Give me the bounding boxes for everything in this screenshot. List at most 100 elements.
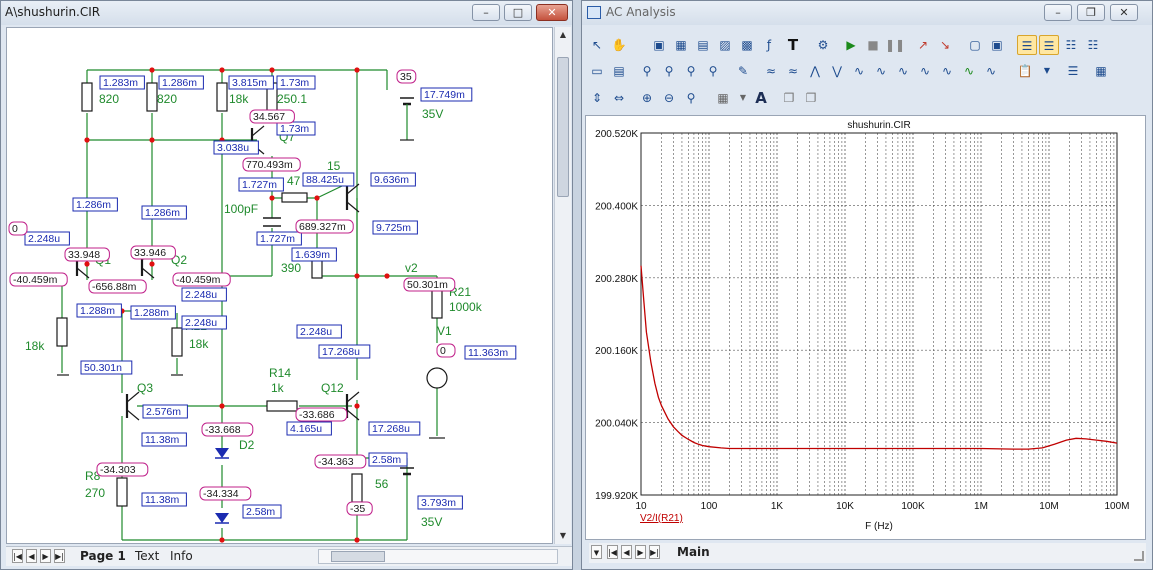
cursor-right-icon[interactable]: ▤ xyxy=(609,61,629,81)
grid-layout-2-icon[interactable]: ☰ xyxy=(1039,35,1059,55)
ac-plot-area[interactable]: shushurin.CIR 200.520K 200.400K 200.280K 200… xyxy=(585,115,1146,540)
junction-dot xyxy=(84,137,90,143)
copy-icon[interactable]: ❐ xyxy=(779,88,799,108)
formula-icon[interactable]: ƒ xyxy=(759,35,779,55)
tab-text[interactable]: Text xyxy=(131,548,163,565)
schematic-titlebar[interactable]: A\shushurin.CIR – □ ✕ xyxy=(1,1,572,25)
edit-icon[interactable]: ✎ xyxy=(733,61,753,81)
maximum-scale-icon[interactable]: ▦ xyxy=(671,35,691,55)
grid-layout-4-icon[interactable]: ☷ xyxy=(1083,35,1103,55)
data-points-icon[interactable]: ▨ xyxy=(715,35,735,55)
scroll-up-arrow-icon[interactable]: ▲ xyxy=(555,27,571,43)
zoom-region-icon[interactable]: ▤ xyxy=(693,35,713,55)
component-label-q3: Q3 xyxy=(137,381,153,395)
plot-first-page-icon[interactable]: |◀ xyxy=(607,545,618,559)
grid-layout-3-icon[interactable]: ☷ xyxy=(1061,35,1081,55)
last-page-icon[interactable]: ▶| xyxy=(54,549,65,563)
layout-1-icon[interactable]: ▢ xyxy=(965,35,985,55)
current-readout: 3.038u xyxy=(213,140,259,155)
calendar-icon[interactable]: ▦ xyxy=(1091,61,1111,81)
plot-title: shushurin.CIR xyxy=(847,120,910,131)
ac-titlebar[interactable]: AC Analysis – ❐ ✕ xyxy=(582,1,1152,25)
schematic-horizontal-scrollbar[interactable] xyxy=(318,549,558,564)
clipboard-icon[interactable]: 📋 xyxy=(1015,61,1035,81)
high-icon[interactable]: ⋀ xyxy=(805,61,825,81)
component-label-r56: 56 xyxy=(375,477,389,491)
cursor-mode-icon[interactable]: ↗ xyxy=(913,35,933,55)
layout-2-icon[interactable]: ▣ xyxy=(987,35,1007,55)
stop-icon[interactable]: ■ xyxy=(863,35,883,55)
close-button[interactable]: ✕ xyxy=(536,4,568,21)
cursor-mode-2-icon[interactable]: ↘ xyxy=(935,35,955,55)
scroll-thumb[interactable] xyxy=(557,57,569,197)
voltage-value: -40.459m xyxy=(13,274,58,286)
pause-icon[interactable]: ❚❚ xyxy=(885,35,905,55)
grid-layout-1-icon[interactable]: ☰ xyxy=(1017,35,1037,55)
grid-toggle-icon[interactable]: ▦ xyxy=(713,88,733,108)
resistor-r47 xyxy=(281,192,308,203)
top-icon[interactable]: ∿ xyxy=(915,61,935,81)
plot-next-page-icon[interactable]: ▶ xyxy=(635,545,646,559)
tab-info[interactable]: Info xyxy=(166,548,197,565)
low-icon[interactable]: ⋁ xyxy=(827,61,847,81)
plot-tab-dropdown-icon[interactable]: ▼ xyxy=(591,545,602,559)
fit-height-icon[interactable]: ⇕ xyxy=(587,88,607,108)
current-readout: 9.725m xyxy=(372,220,418,235)
ac-restore-button[interactable]: ❐ xyxy=(1077,4,1105,21)
tab-main[interactable]: Main xyxy=(673,544,714,561)
pan-hand-icon[interactable]: ✋ xyxy=(609,35,629,55)
bottom-icon[interactable]: ∿ xyxy=(937,61,957,81)
global-high-icon[interactable]: ∿ xyxy=(871,61,891,81)
scroll-down-arrow-icon[interactable]: ▼ xyxy=(555,528,571,544)
run-icon[interactable]: ▶ xyxy=(841,35,861,55)
zoom-fit-icon[interactable]: ⚲ xyxy=(637,61,657,81)
current-readout: 2.248u xyxy=(181,287,227,302)
scale-icon[interactable]: ▣ xyxy=(649,35,669,55)
plot-prev-page-icon[interactable]: ◀ xyxy=(621,545,632,559)
text-tool-icon[interactable]: T xyxy=(783,35,803,55)
valley-icon[interactable]: ≈ xyxy=(783,61,803,81)
current-value: 1.727m xyxy=(260,233,295,245)
paste-icon[interactable]: ❐ xyxy=(801,88,821,108)
properties-icon[interactable]: ⚙ xyxy=(813,35,833,55)
zoom-in-icon[interactable]: ⊕ xyxy=(637,88,657,108)
tab-page-1[interactable]: Page 1 xyxy=(76,548,130,565)
fit-width-icon[interactable]: ⇔ xyxy=(609,88,629,108)
minimize-button[interactable]: – xyxy=(472,4,500,21)
dropdown-chevron-icon[interactable]: ▼ xyxy=(1037,61,1057,81)
peak-icon[interactable]: ≈ xyxy=(761,61,781,81)
current-readout: 1.286m xyxy=(141,205,187,220)
schematic-canvas[interactable]: 82082018k250.1Q735V100pF4715390Q1Q218kR2… xyxy=(6,27,553,544)
current-value: 88.425u xyxy=(306,174,344,186)
voltage-value: 0 xyxy=(12,223,18,235)
hscroll-thumb[interactable] xyxy=(331,551,385,562)
tokens-icon[interactable]: ▩ xyxy=(737,35,757,55)
zoom-minus-icon[interactable]: ⊖ xyxy=(659,88,679,108)
zoom-x-icon[interactable]: ⚲ xyxy=(659,61,679,81)
global-low-icon[interactable]: ∿ xyxy=(893,61,913,81)
grid-dropdown-icon[interactable]: ▼ xyxy=(733,88,753,108)
cursor-left-icon[interactable]: ▭ xyxy=(587,61,607,81)
maximize-button[interactable]: □ xyxy=(504,4,532,21)
font-icon[interactable]: A xyxy=(751,88,771,108)
tag-icon[interactable]: ∿ xyxy=(981,61,1001,81)
prev-page-icon[interactable]: ◀ xyxy=(26,549,37,563)
voltage-readout: 770.493m xyxy=(242,157,301,172)
ac-close-button[interactable]: ✕ xyxy=(1110,4,1138,21)
select-arrow-icon[interactable]: ↖ xyxy=(587,35,607,55)
zoom-out-icon[interactable]: ⚲ xyxy=(703,61,723,81)
slope-icon[interactable]: ∿ xyxy=(959,61,979,81)
zoom-extent-icon[interactable]: ⚲ xyxy=(681,88,701,108)
resize-grip-icon[interactable] xyxy=(1134,551,1144,561)
schematic-vertical-scrollbar[interactable]: ▲ ▼ xyxy=(554,27,571,544)
zoom-y-icon[interactable]: ⚲ xyxy=(681,61,701,81)
first-page-icon[interactable]: |◀ xyxy=(12,549,23,563)
list-icon[interactable]: ☰ xyxy=(1063,61,1083,81)
plot-last-page-icon[interactable]: ▶| xyxy=(649,545,660,559)
inflection-icon[interactable]: ∿ xyxy=(849,61,869,81)
component-label-r8val: 270 xyxy=(85,486,105,500)
ac-minimize-button[interactable]: – xyxy=(1044,4,1072,21)
current-value: 4.165u xyxy=(290,423,322,435)
junction-dot xyxy=(149,67,155,73)
next-page-icon[interactable]: ▶ xyxy=(40,549,51,563)
